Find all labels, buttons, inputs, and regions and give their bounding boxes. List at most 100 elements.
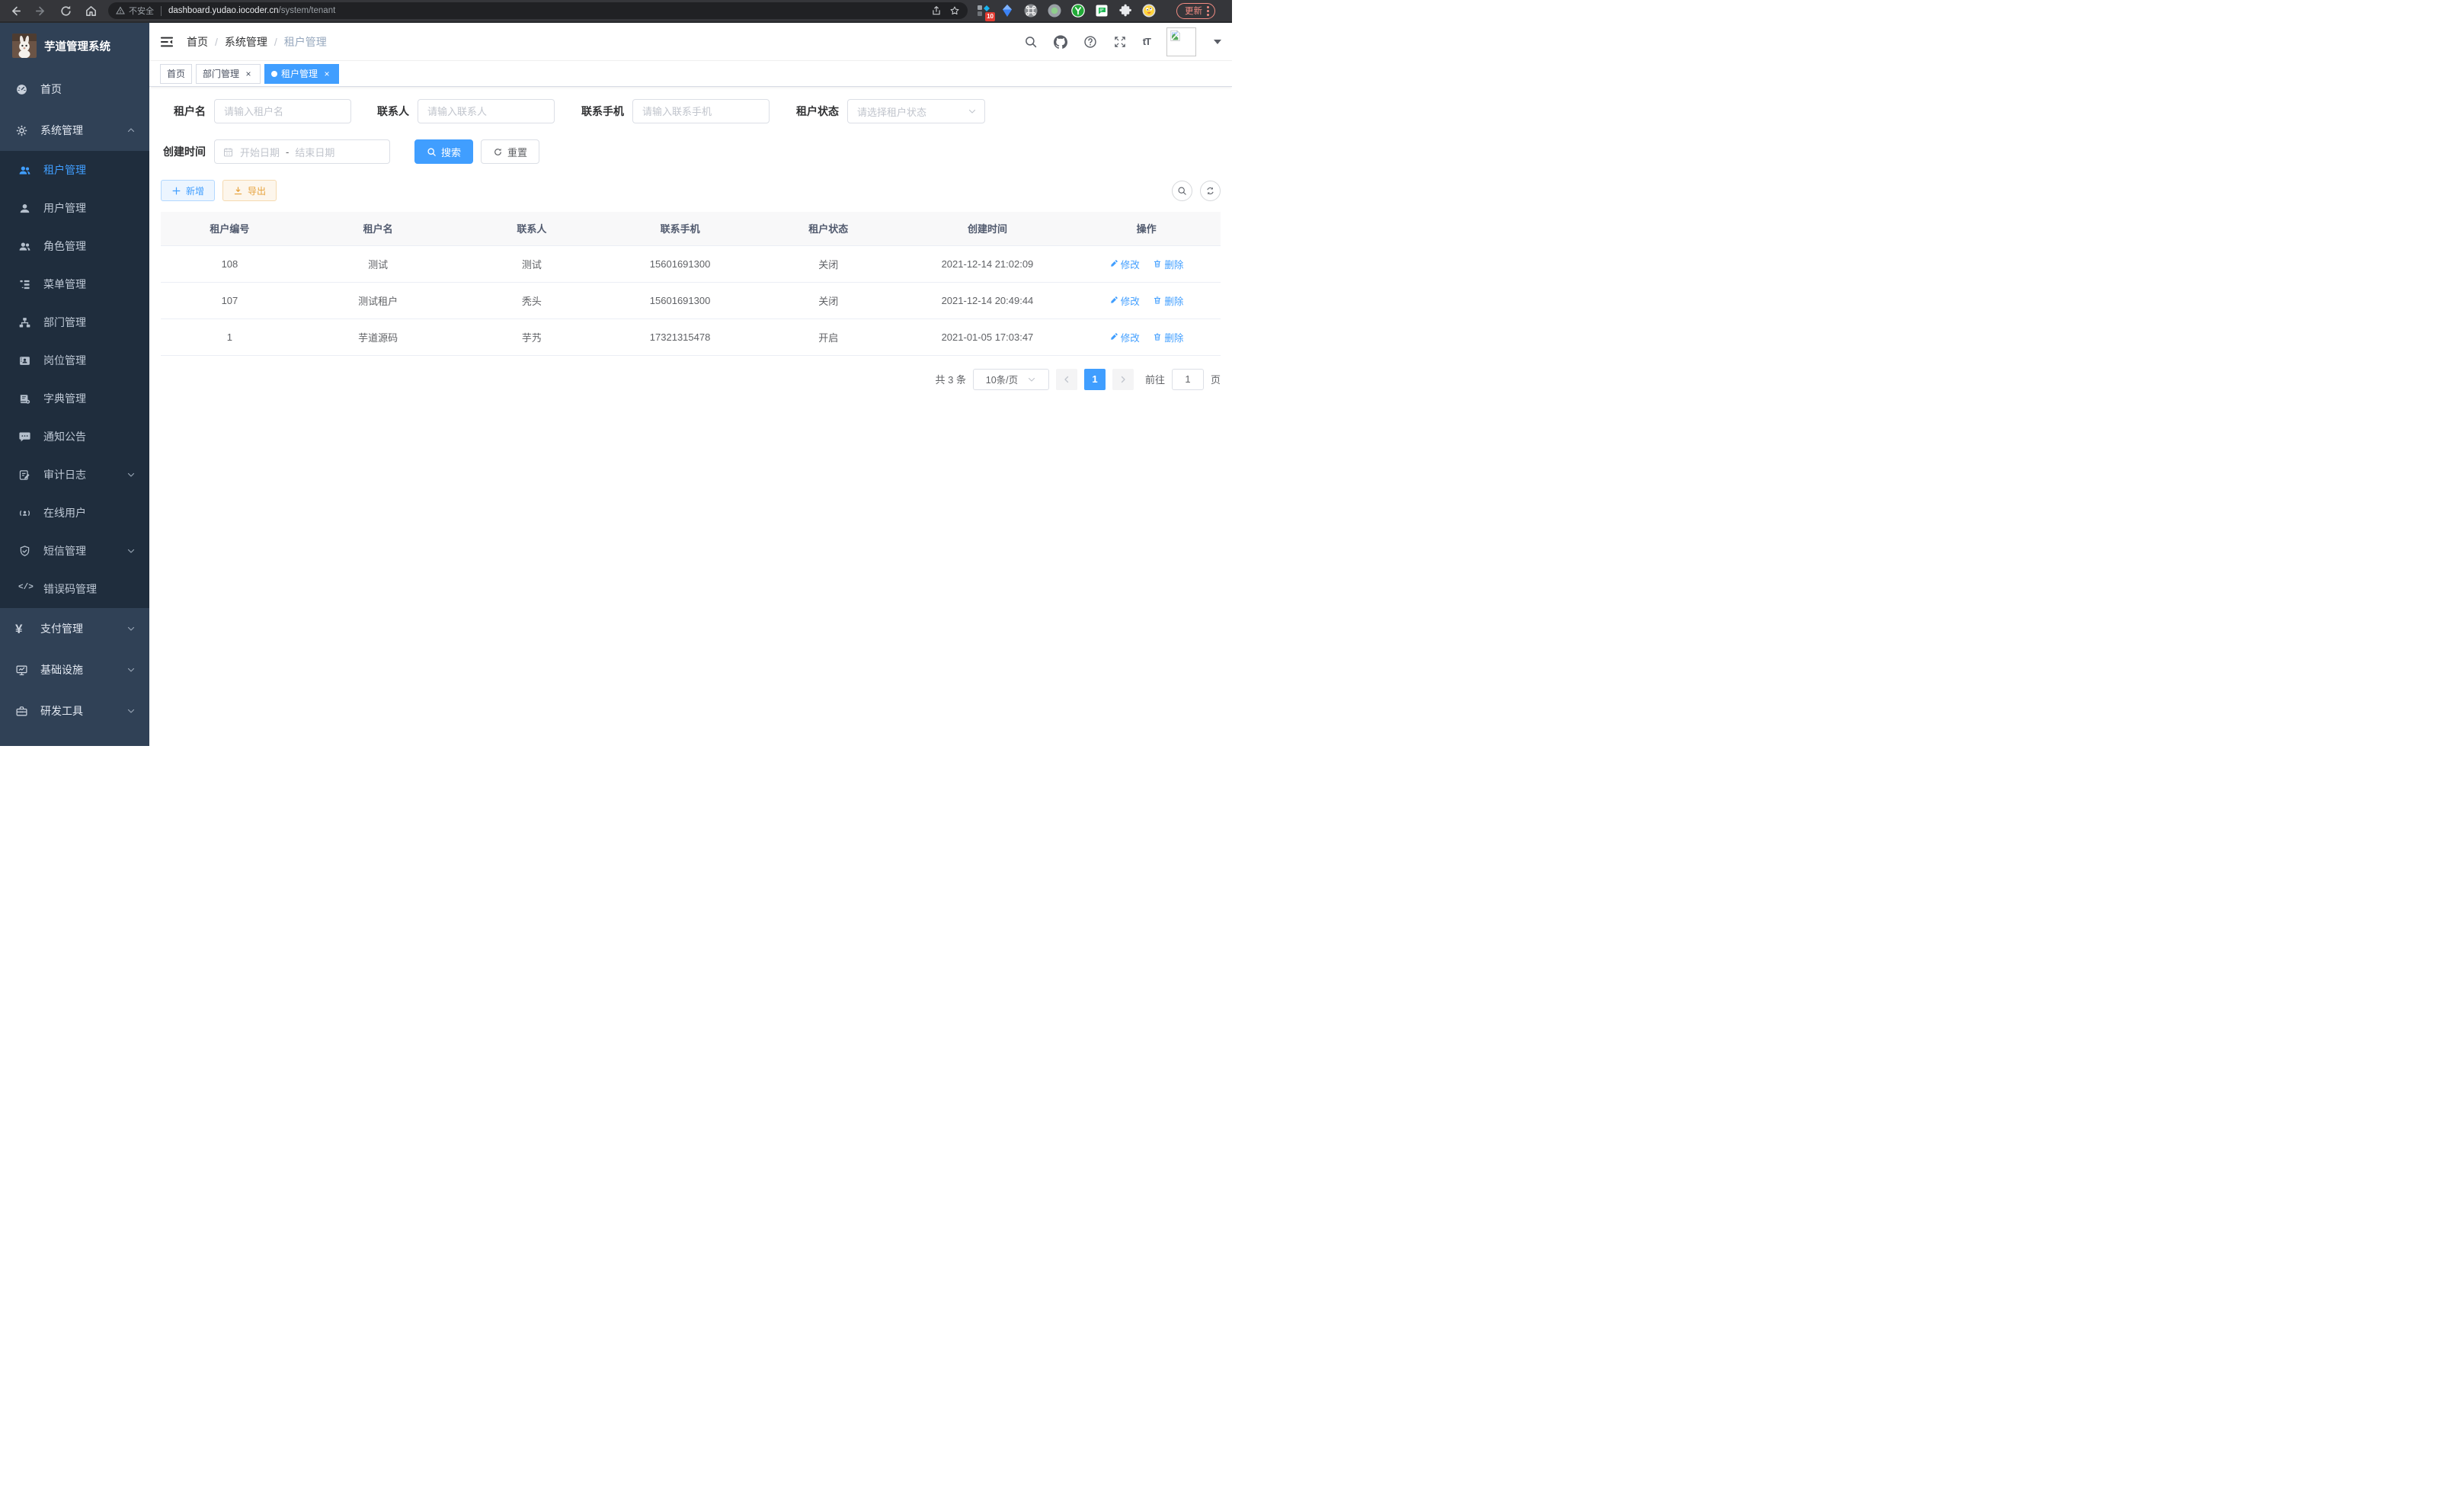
sidebar-item-online[interactable]: 在线用户 (0, 494, 149, 532)
tab-home[interactable]: 首页 (160, 64, 192, 84)
plus-icon (171, 186, 181, 196)
sidebar-item-dict[interactable]: 字典管理 (0, 379, 149, 418)
extension-grid-icon[interactable]: 10 (977, 4, 990, 18)
avatar-dropdown-icon[interactable] (1214, 40, 1221, 44)
browser-update-button[interactable]: 更新 (1176, 3, 1215, 19)
tab-dept[interactable]: 部门管理 × (196, 64, 261, 84)
status-select[interactable]: 请选择租户状态 (847, 99, 985, 123)
app-title: 芋道管理系统 (44, 38, 110, 54)
browser-toolbar: 不安全 dashboard.yudao.iocoder.cn/system/te… (0, 0, 1232, 23)
sidebar-item-errcode[interactable]: </> 错误码管理 (0, 570, 149, 608)
help-icon[interactable] (1083, 35, 1097, 49)
create-time-range-picker[interactable]: 开始日期 - 结束日期 (214, 139, 390, 164)
tab-tenant[interactable]: 租户管理 × (264, 64, 339, 84)
cell-tenant-name: 测试租户 (299, 282, 458, 319)
page-size-select[interactable]: 10条/页 (973, 369, 1049, 390)
share-icon[interactable] (931, 5, 942, 16)
sidebar-item-label: 岗位管理 (43, 353, 86, 368)
sidebar-item-label: 部门管理 (43, 315, 86, 330)
extension-gem-icon[interactable] (1000, 4, 1014, 18)
search-icon[interactable] (1024, 35, 1038, 49)
sidebar-item-dept[interactable]: 部门管理 (0, 303, 149, 341)
cell-tenant-id: 108 (161, 245, 299, 282)
sidebar-item-devtools[interactable]: 研发工具 (0, 690, 149, 731)
broken-image-icon (1169, 30, 1182, 42)
sidebar-item-notice[interactable]: 通知公告 (0, 418, 149, 456)
bookmark-star-icon[interactable] (949, 5, 960, 16)
forward-icon[interactable] (34, 5, 47, 18)
edit-link[interactable]: 修改 (1109, 293, 1140, 308)
sidebar-logo[interactable]: 芋道管理系统 (0, 23, 149, 69)
cell-created: 2021-01-05 17:03:47 (903, 319, 1073, 355)
notice-chat-icon (18, 431, 31, 443)
sidebar-item-label: 审计日志 (43, 467, 86, 482)
fullscreen-icon[interactable] (1113, 35, 1127, 49)
edit-link[interactable]: 修改 (1109, 330, 1140, 344)
col-actions: 操作 (1072, 212, 1221, 245)
browser-menu-icon[interactable] (1207, 6, 1209, 16)
contact-input[interactable] (418, 99, 555, 123)
refresh-table-button[interactable] (1200, 181, 1221, 201)
sidebar-item-home[interactable]: 首页 (0, 69, 149, 110)
page-number-button[interactable]: 1 (1084, 369, 1106, 390)
sidebar-item-tenant[interactable]: 租户管理 (0, 151, 149, 189)
extension-dot-icon[interactable] (1048, 4, 1061, 18)
extension-y-icon[interactable] (1071, 4, 1085, 18)
sidebar-item-user[interactable]: 用户管理 (0, 189, 149, 227)
add-button[interactable]: 新增 (161, 180, 215, 201)
extension-emoji-icon[interactable] (1142, 4, 1156, 18)
sidebar-item-sms[interactable]: 短信管理 (0, 532, 149, 570)
sidebar-item-system[interactable]: 系统管理 (0, 110, 149, 151)
sidebar-item-infra[interactable]: 基础设施 (0, 649, 149, 690)
refresh-icon (493, 147, 503, 157)
phone-input[interactable] (632, 99, 770, 123)
col-phone: 联系手机 (606, 212, 754, 245)
search-button[interactable]: 搜索 (414, 139, 473, 164)
table-header-row: 租户编号 租户名 联系人 联系手机 租户状态 创建时间 操作 (161, 212, 1221, 245)
table-row: 1 芋道源码 芋艿 17321315478 开启 2021-01-05 17:0… (161, 319, 1221, 355)
toggle-search-button[interactable] (1172, 181, 1192, 201)
goto-page-input[interactable] (1172, 369, 1204, 390)
next-page-button[interactable] (1112, 369, 1134, 390)
chevron-down-icon (126, 470, 136, 479)
security-label: 不安全 (129, 5, 154, 17)
sidebar-item-post[interactable]: 岗位管理 (0, 341, 149, 379)
download-icon (233, 186, 243, 196)
font-size-icon[interactable]: tT (1143, 36, 1150, 47)
breadcrumb-home[interactable]: 首页 (187, 34, 208, 50)
sidebar-item-label: 字典管理 (43, 391, 86, 406)
back-icon[interactable] (9, 5, 22, 18)
home-icon[interactable] (85, 5, 98, 18)
edit-link[interactable]: 修改 (1109, 257, 1140, 271)
address-bar[interactable]: 不安全 dashboard.yudao.iocoder.cn/system/te… (108, 2, 968, 19)
sidebar-item-pay[interactable]: ¥ 支付管理 (0, 608, 149, 649)
export-button[interactable]: 导出 (222, 180, 277, 201)
gear-icon (15, 124, 28, 137)
sidebar-item-menu[interactable]: 菜单管理 (0, 265, 149, 303)
extension-command-icon[interactable] (1024, 4, 1038, 18)
sidebar-item-role[interactable]: 角色管理 (0, 227, 149, 265)
extension-chat-icon[interactable] (1095, 4, 1109, 18)
tenant-name-input[interactable] (214, 99, 351, 123)
dict-book-icon (18, 392, 31, 405)
tags-view-bar: 首页 部门管理 × 租户管理 × (149, 61, 1232, 87)
delete-link[interactable]: 删除 (1153, 330, 1183, 344)
security-warning[interactable]: 不安全 (116, 5, 154, 17)
avatar[interactable] (1166, 27, 1196, 56)
extension-puzzle-icon[interactable] (1118, 4, 1132, 18)
sidebar-item-label: 用户管理 (43, 200, 86, 216)
github-icon[interactable] (1054, 35, 1067, 49)
delete-link[interactable]: 删除 (1153, 293, 1183, 308)
breadcrumb-system[interactable]: 系统管理 (225, 34, 267, 50)
close-icon[interactable]: × (322, 69, 332, 79)
sidebar-item-audit[interactable]: 审计日志 (0, 456, 149, 494)
tab-active-dot (271, 71, 277, 77)
prev-page-button[interactable] (1056, 369, 1077, 390)
collapse-sidebar-icon[interactable] (159, 34, 174, 50)
dashboard-icon (15, 83, 28, 96)
close-icon[interactable]: × (243, 69, 254, 79)
reset-button[interactable]: 重置 (481, 139, 539, 164)
reload-icon[interactable] (59, 5, 72, 18)
sidebar-item-label: 首页 (40, 82, 62, 97)
delete-link[interactable]: 删除 (1153, 257, 1183, 271)
